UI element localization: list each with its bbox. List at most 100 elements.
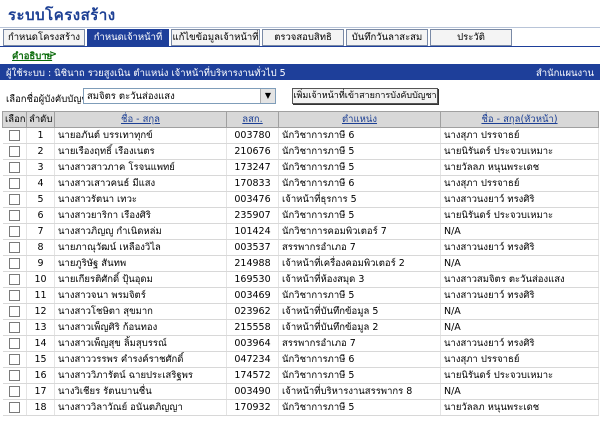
staff-position: นักวิชาการภาษี 6 <box>278 351 441 368</box>
row-checkbox[interactable] <box>8 338 20 349</box>
col-header-supervisor[interactable]: ชื่อ - สกุล(หัวหน้า) <box>440 111 599 128</box>
tab-edit-staff[interactable]: แก้ไขข้อมูลเจ้าหน้าที่ <box>171 29 260 46</box>
staff-position: นักวิชาการคอมพิวเตอร์ 7 <box>278 223 441 240</box>
supervisor-select[interactable]: สมจิตร ตะวันส่องแสง ▼ <box>83 88 276 104</box>
row-select-cell <box>2 303 27 320</box>
col-header-position[interactable]: ตำแหน่ง <box>278 111 441 128</box>
row-order: 8 <box>26 239 55 256</box>
staff-name: นางสาวภิญญู กำเนิดหล่ม <box>54 223 227 240</box>
table-body: 1 นายอภันต์ บรรเทาทุกข์ 003780 นักวิชาการภา… <box>2 127 599 416</box>
row-select-cell <box>2 239 27 256</box>
supervisor-name: นางสาวนงยาว์ ทรงศิริ <box>440 191 599 208</box>
row-checkbox[interactable] <box>8 242 20 253</box>
staff-name: นางสาววรรพร คำรงค์ราชศักดิ์ <box>54 351 227 368</box>
row-order: 18 <box>26 399 55 416</box>
supervisor-name: นางสาวนงยาว์ ทรงศิริ <box>440 335 599 352</box>
supervisor-name: N/A <box>440 223 599 240</box>
row-select-cell <box>2 127 27 144</box>
supervisor-select-value: สมจิตร ตะวันส่องแสง <box>87 91 175 102</box>
table-row: 9 นายภูริษัฐ สันทพ 214988 เจ้าหน้าที่เครื่อ… <box>2 255 599 272</box>
row-checkbox[interactable] <box>8 258 20 269</box>
staff-name: นางสาวจนา พรมจิตร์ <box>54 287 227 304</box>
add-to-chain-button[interactable]: เพิ่มเจ้าหน้าที่เข้าสายการบังคับบัญชา <box>292 88 438 104</box>
staff-position: เจ้าหน้าที่บริหารงานสรรพากร 8 <box>278 383 441 400</box>
supervisor-name: นายนิรันดร์ ประจวบเหมาะ <box>440 143 599 160</box>
row-select-cell <box>2 255 27 272</box>
tab-history[interactable]: ประวัติ <box>430 29 512 46</box>
tab-define-structure[interactable]: กำหนดโครงสร้าง <box>3 29 85 46</box>
table-row: 6 นางสาวยาริกา เรืองศิริ 235907 นักวิชาการภ… <box>2 207 599 224</box>
staff-code: 047234 <box>226 351 279 368</box>
row-select-cell <box>2 175 27 192</box>
staff-code: 210676 <box>226 143 279 160</box>
row-checkbox[interactable] <box>8 322 20 333</box>
row-order: 5 <box>26 191 55 208</box>
chevron-down-icon[interactable]: ▼ <box>260 89 275 103</box>
row-checkbox[interactable] <box>8 226 20 237</box>
table-row: 10 นายเกียรติศักดิ์ ปุ้นอุดม 169530 เจ้าหน้… <box>2 271 599 288</box>
app-header: ระบบโครงสร้าง <box>0 0 600 28</box>
row-checkbox[interactable] <box>8 306 20 317</box>
row-checkbox[interactable] <box>8 274 20 285</box>
staff-position: เจ้าหน้าที่บันทึกข้อมูล 5 <box>278 303 441 320</box>
row-checkbox[interactable] <box>8 178 20 189</box>
staff-code: 170932 <box>226 399 279 416</box>
staff-code: 170833 <box>226 175 279 192</box>
row-checkbox[interactable] <box>8 130 20 141</box>
row-order: 13 <box>26 319 55 336</box>
staff-position: สรรพากรอำเภอ 7 <box>278 335 441 352</box>
row-order: 10 <box>26 271 55 288</box>
table-row: 8 นายภาณุวัฒน์ เหลืองวิไล 003537 สรรพากรอำเ… <box>2 239 599 256</box>
col-header-code[interactable]: ลสก. <box>226 111 279 128</box>
row-select-cell <box>2 143 27 160</box>
tab-check-rights[interactable]: ตรวจสอบสิทธิ <box>262 29 344 46</box>
supervisor-name: นายวัลลภ หนุนพระเดช <box>440 399 599 416</box>
row-checkbox[interactable] <box>8 386 20 397</box>
staff-name: นางวิเชียร รัตนบานชื่น <box>54 383 227 400</box>
col-header-order: ลำดับ <box>26 111 55 128</box>
staff-name: นางสาววิภารัตน์ ฉายประเสริฐพร <box>54 367 227 384</box>
tab-leave-record[interactable]: บันทึกวันลาสะสม <box>346 29 428 46</box>
sub-nav: คำอธิบาย -> <box>0 46 600 64</box>
row-order: 14 <box>26 335 55 352</box>
row-checkbox[interactable] <box>8 146 20 157</box>
row-checkbox[interactable] <box>8 162 20 173</box>
row-select-cell <box>2 319 27 336</box>
row-checkbox[interactable] <box>8 354 20 365</box>
table-row: 5 นางสาวรัตนา เทวะ 003476 เจ้าหน้าที่ธุรการ… <box>2 191 599 208</box>
row-select-cell <box>2 335 27 352</box>
row-checkbox[interactable] <box>8 290 20 301</box>
table-row: 2 นายเรืองฤทธิ์ เรืองเนตร 210676 นักวิชาการ… <box>2 143 599 160</box>
table-row: 13 นางสาวเพ็ญศิริ ก้อนทอง 215558 เจ้าหน้าที… <box>2 319 599 336</box>
staff-table: เลือก ลำดับ ชื่อ - สกุล ลสก. ตำแหน่ง ชื่… <box>2 111 599 416</box>
staff-code: 003964 <box>226 335 279 352</box>
table-row: 18 นางสาววิลาวัณย์ อนันตภิญญา 170932 นักวิช… <box>2 399 599 416</box>
staff-code: 215558 <box>226 319 279 336</box>
staff-name: นางสาวเพ็ญศิริ ก้อนทอง <box>54 319 227 336</box>
tab-assign-staff[interactable]: กำหนดเจ้าหน้าที่ <box>87 29 169 46</box>
col-header-name[interactable]: ชื่อ - สกุล <box>54 111 227 128</box>
staff-code: 173247 <box>226 159 279 176</box>
supervisor-name: นางสุภา ปรรจาธย์ <box>440 175 599 192</box>
supervisor-filter: เลือกชื่อผู้บังคับบัญชา : สมจิตร ตะวันส่… <box>0 80 600 114</box>
row-select-cell <box>2 159 27 176</box>
row-order: 15 <box>26 351 55 368</box>
staff-name: นางสาววิลาวัณย์ อนันตภิญญา <box>54 399 227 416</box>
staff-position: นักวิชาการภาษี 5 <box>278 367 441 384</box>
row-checkbox[interactable] <box>8 194 20 205</box>
row-checkbox[interactable] <box>8 402 20 413</box>
staff-name: นางสาวเสาวคนธ์ มีแสง <box>54 175 227 192</box>
row-order: 1 <box>26 127 55 144</box>
staff-code: 214988 <box>226 255 279 272</box>
app-title: ระบบโครงสร้าง <box>8 6 116 24</box>
supervisor-name: นางสาวนงยาว์ ทรงศิริ <box>440 239 599 256</box>
staff-code: 003490 <box>226 383 279 400</box>
row-select-cell <box>2 287 27 304</box>
table-row: 16 นางสาววิภารัตน์ ฉายประเสริฐพร 174572 นัก… <box>2 367 599 384</box>
supervisor-name: นางสาวนงยาว์ ทรงศิริ <box>440 287 599 304</box>
supervisor-name: นางสุภา ปรรจาธย์ <box>440 351 599 368</box>
supervisor-name: นายวัลลภ หนุนพระเดช <box>440 159 599 176</box>
supervisor-name: N/A <box>440 303 599 320</box>
row-checkbox[interactable] <box>8 370 20 381</box>
row-checkbox[interactable] <box>8 210 20 221</box>
